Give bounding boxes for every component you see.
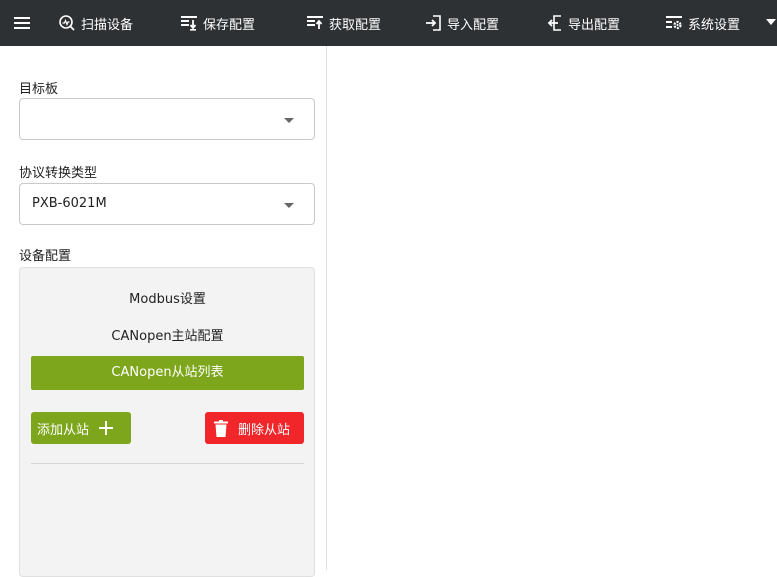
import-icon (424, 14, 442, 32)
chevron-down-icon (284, 118, 294, 123)
add-slave-label: 添加从站 (37, 422, 90, 438)
divider (31, 463, 304, 464)
export-config-button[interactable]: 导出配置 (545, 0, 620, 46)
protocol-type-select[interactable]: PXB-6021M (19, 183, 315, 225)
system-settings-label: 系统设置 (688, 17, 741, 33)
export-icon (545, 14, 563, 32)
fetch-config-button[interactable]: 获取配置 (306, 0, 381, 46)
fetch-config-icon (306, 14, 324, 32)
device-config-label: 设备配置 (19, 249, 72, 264)
config-item-canopen-master[interactable]: CANopen主站配置 (31, 320, 304, 354)
add-slave-button[interactable]: 添加从站 (31, 412, 131, 444)
import-config-label: 导入配置 (447, 17, 500, 33)
save-config-button[interactable]: 保存配置 (180, 0, 255, 46)
system-settings-button[interactable]: 系统设置 (665, 0, 740, 46)
chevron-down-icon[interactable] (766, 19, 776, 25)
save-config-label: 保存配置 (203, 17, 256, 33)
config-item-modbus[interactable]: Modbus设置 (31, 283, 304, 317)
target-board-label: 目标板 (19, 82, 59, 97)
top-toolbar: 扫描设备 保存配置 获取配置 导入配置 导出配置 系统设置 (0, 0, 777, 46)
chevron-down-icon (284, 203, 294, 208)
protocol-type-value: PXB-6021M (32, 196, 107, 211)
scan-devices-button[interactable]: 扫描设备 (58, 0, 133, 46)
save-config-icon (180, 14, 198, 32)
import-config-button[interactable]: 导入配置 (424, 0, 499, 46)
delete-slave-button[interactable]: 删除从站 (205, 412, 304, 444)
scan-devices-label: 扫描设备 (81, 17, 134, 33)
trash-icon (214, 419, 228, 437)
fetch-config-label: 获取配置 (329, 17, 382, 33)
hamburger-menu-icon[interactable] (12, 13, 32, 33)
export-config-label: 导出配置 (568, 17, 621, 33)
left-panel: 目标板 协议转换类型 PXB-6021M 设备配置 Modbus设置 CANop… (0, 46, 327, 577)
plus-icon (99, 418, 114, 438)
device-config-panel: Modbus设置 CANopen主站配置 CANopen从站列表 添加从站 删除… (19, 267, 315, 577)
delete-slave-label: 删除从站 (238, 422, 291, 438)
system-settings-icon (665, 14, 683, 32)
scan-icon (58, 14, 76, 32)
protocol-type-label: 协议转换类型 (19, 166, 98, 181)
target-board-select[interactable] (19, 98, 315, 140)
config-item-canopen-slave-list[interactable]: CANopen从站列表 (31, 356, 304, 390)
